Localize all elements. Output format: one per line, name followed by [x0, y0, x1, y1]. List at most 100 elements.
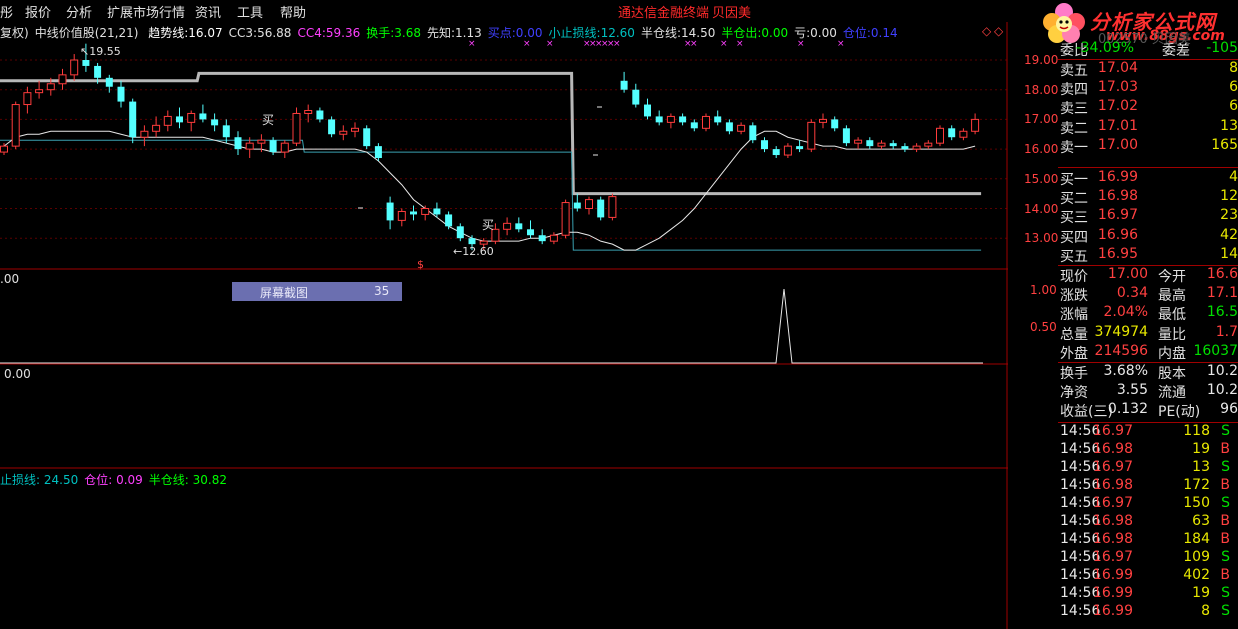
stat-value: 1.7	[1215, 323, 1238, 340]
stat-value: 16.6	[1206, 266, 1238, 282]
signal-x-marker: ×	[736, 39, 744, 49]
candle-body	[538, 235, 546, 242]
candle-body	[527, 229, 534, 236]
candle-body	[234, 137, 242, 150]
signal-x-marker: ×	[468, 39, 476, 49]
fundamental-label: 换手	[1060, 366, 1088, 382]
candle-body	[761, 140, 768, 150]
tick-side: S	[1221, 549, 1230, 565]
candle-body	[386, 202, 394, 221]
bid-price: 16.99	[1097, 169, 1138, 185]
indicator-item: 亏:0.00	[794, 26, 837, 40]
bid-level-label: 买二	[1060, 191, 1088, 208]
candle-body	[772, 149, 780, 156]
candle-body	[690, 122, 698, 129]
high-price-annotation: ↖19.55	[80, 45, 121, 58]
ask-level-label: 卖四	[1060, 82, 1088, 99]
stat-value: 16.5	[1206, 304, 1238, 321]
candle-body	[0, 145, 8, 153]
main-chart-svg: × × × ×××××× ×× × × × ×	[0, 22, 1008, 629]
candle-body	[632, 89, 640, 105]
ask-volume: 6	[1229, 98, 1238, 115]
price-axis-label: 17.00	[1024, 112, 1059, 127]
candle-body	[573, 202, 581, 209]
collapse-arrow-icon[interactable]: ◇	[994, 24, 1003, 38]
tick-volume: 19	[1192, 585, 1210, 601]
sub-panel1-value: .00	[0, 272, 20, 286]
tick-side: B	[1220, 567, 1230, 583]
candle-body	[187, 112, 196, 123]
candle-body	[655, 116, 663, 123]
candle-body	[515, 223, 523, 230]
menu-item-help[interactable]: 帮助	[280, 2, 306, 21]
tick-volume: 172	[1183, 477, 1210, 493]
candle-body	[58, 74, 67, 85]
menu-item-extended-market[interactable]: 扩展市场行情	[107, 2, 185, 21]
indicator-name[interactable]: 中线价值股(21,21)	[35, 26, 139, 40]
fundamental-value: 10.2	[1206, 382, 1238, 399]
candle-body	[421, 208, 430, 215]
fundamental-value: 0.132	[1107, 401, 1148, 418]
tick-side: S	[1221, 459, 1230, 475]
bid-price: 16.98	[1097, 188, 1138, 205]
menu-item-cut[interactable]: 彤	[0, 2, 13, 21]
candle-body	[82, 60, 90, 66]
flower-logo-icon	[1043, 3, 1085, 43]
candle-body	[410, 211, 417, 215]
sub-axis-1: 1.00	[1030, 283, 1057, 297]
bid-volume: 23	[1220, 207, 1238, 224]
screenshot-tooltip: 屏幕截图 35	[232, 282, 402, 301]
candle-body	[140, 130, 149, 138]
tick-price: 16.97	[1092, 423, 1133, 439]
tick-volume: 109	[1183, 549, 1210, 565]
tick-side: S	[1221, 423, 1230, 439]
candle-body	[585, 199, 593, 209]
ask-price: 17.04	[1097, 60, 1138, 76]
bid-volume: 4	[1229, 169, 1238, 185]
stat-label: 总量	[1060, 326, 1088, 343]
stat-label: 内盘	[1158, 345, 1186, 362]
price-axis-label: 13.00	[1024, 231, 1059, 246]
sub-panel1-signal-line	[0, 288, 983, 364]
candle-body	[679, 116, 687, 123]
candle-body	[304, 109, 313, 114]
bid-volume: 14	[1220, 245, 1238, 262]
diamond-icon[interactable]: ◇	[982, 24, 991, 38]
tick-price: 16.98	[1092, 531, 1133, 547]
candle-body	[561, 202, 570, 236]
ask-price: 17.01	[1097, 117, 1138, 134]
stat-value: 214596	[1094, 342, 1148, 359]
bid-price: 16.96	[1097, 226, 1138, 243]
tick-volume: 19	[1192, 441, 1210, 457]
indicator-item: 换手:3.68	[366, 26, 421, 40]
menu-item-analysis[interactable]: 分析	[66, 2, 92, 21]
kline-chart-area[interactable]: × × × × × × × × × × × × × × ×	[0, 22, 1008, 629]
sub3-indicator-item: 半仓线: 30.82	[148, 473, 228, 487]
ask-level-label: 卖二	[1060, 120, 1088, 137]
tick-price: 16.99	[1092, 567, 1133, 583]
candle-body	[23, 92, 32, 106]
stat-label: 量比	[1158, 326, 1186, 343]
bid-price: 16.95	[1097, 245, 1138, 262]
dollar-marker-icon: $	[417, 258, 424, 271]
ask-level-label: 卖三	[1060, 101, 1088, 118]
candle-body	[46, 83, 55, 91]
candle-body	[842, 128, 850, 144]
ask-volume: 8	[1229, 60, 1238, 76]
tick-volume: 8	[1201, 603, 1210, 619]
candle-body	[280, 142, 289, 153]
menu-item-tools[interactable]: 工具	[237, 2, 263, 21]
signal-x-marker: ×	[546, 39, 554, 49]
candle-body	[549, 234, 558, 242]
signal-x-marker: ×	[797, 39, 805, 49]
candle-body	[608, 196, 617, 218]
signal-x-marker: ×	[613, 39, 621, 49]
candle-body	[211, 119, 219, 126]
price-axis-label: 16.00	[1024, 142, 1059, 157]
indicator-item: 买点:0.00	[487, 26, 543, 40]
screenshot-count: 35	[374, 284, 390, 298]
menu-item-news[interactable]: 资讯	[195, 2, 221, 21]
candle-body	[292, 112, 301, 144]
menu-item-quote[interactable]: 报价	[25, 2, 51, 21]
tick-price: 16.97	[1092, 549, 1133, 565]
